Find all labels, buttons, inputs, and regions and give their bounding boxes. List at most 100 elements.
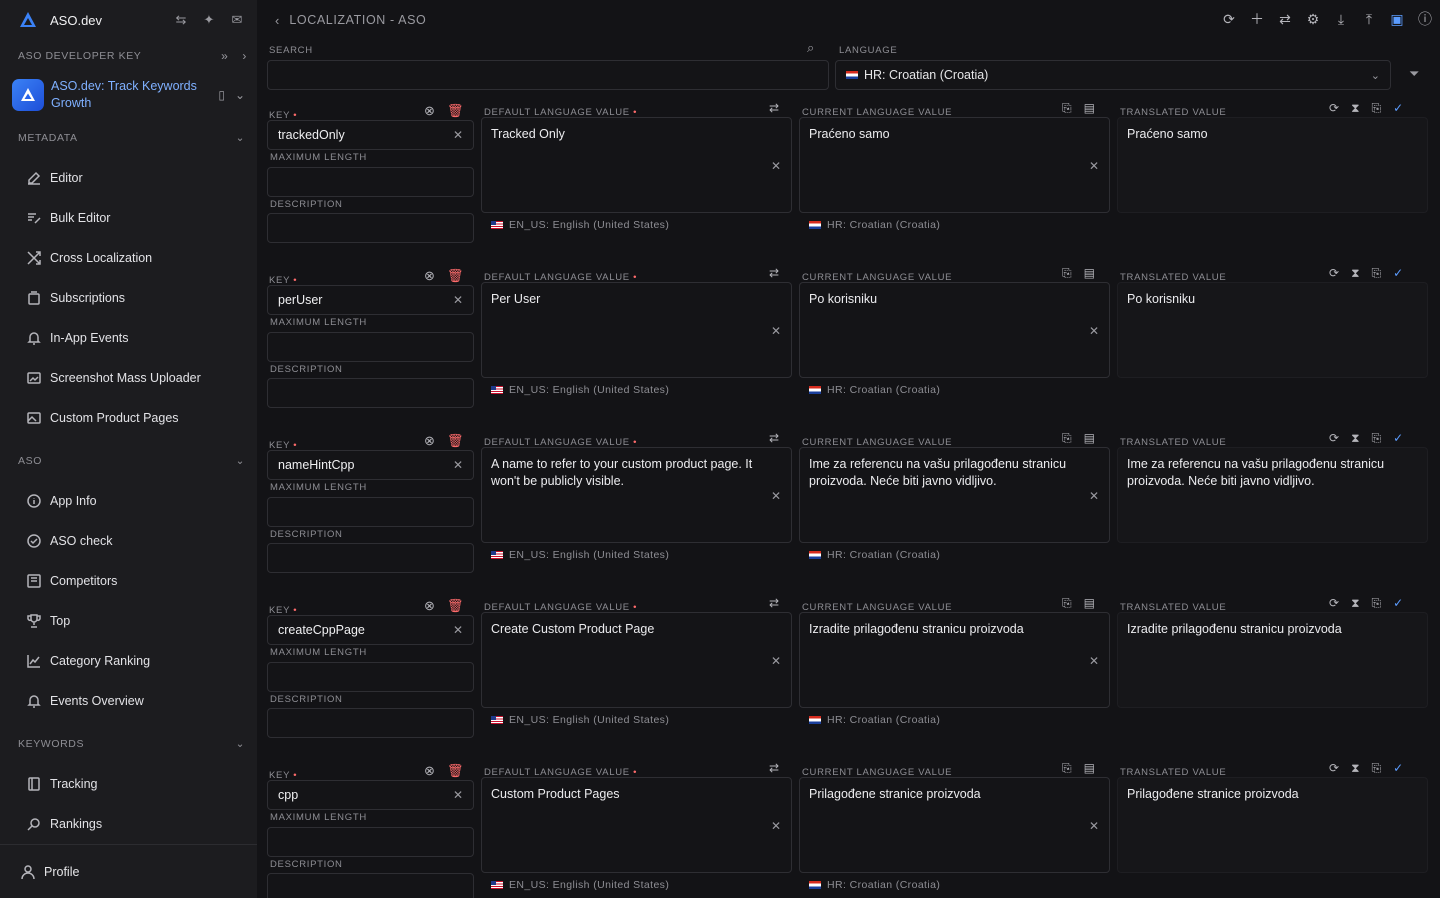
- search-input[interactable]: [267, 60, 829, 90]
- sidebar-item-category-ranking[interactable]: Category Ranking: [0, 641, 257, 681]
- description-input[interactable]: [267, 543, 474, 573]
- paste-icon[interactable]: ▤: [1084, 266, 1095, 281]
- description-input[interactable]: [267, 378, 474, 408]
- description-input[interactable]: [267, 873, 474, 898]
- add-icon[interactable]: ＋: [1248, 10, 1266, 28]
- device-icon[interactable]: ▯: [218, 88, 225, 102]
- search-icon[interactable]: ⌕: [807, 40, 814, 56]
- current-value-field[interactable]: Praćeno samo ✕: [799, 117, 1110, 213]
- key-input[interactable]: perUser ✕: [267, 285, 474, 315]
- section-aso[interactable]: ASO ⌄: [0, 441, 257, 481]
- hourglass-icon[interactable]: ⧗: [1351, 431, 1359, 446]
- description-input[interactable]: [267, 708, 474, 738]
- sidebar-item-events-overview[interactable]: Events Overview: [0, 681, 257, 721]
- sidebar-item-in-app-events[interactable]: In-App Events: [0, 318, 257, 358]
- clipboard-icon[interactable]: ⎘: [1062, 596, 1072, 611]
- clear-icon[interactable]: ✕: [1089, 158, 1099, 175]
- sidebar-item-app-info[interactable]: App Info: [0, 481, 257, 521]
- clear-icon[interactable]: ✕: [1089, 818, 1099, 835]
- hourglass-icon[interactable]: ⧗: [1351, 596, 1359, 611]
- clipboard-icon[interactable]: ⎘: [1372, 101, 1382, 116]
- sidebar-item-screenshot-mass-uploader[interactable]: Screenshot Mass Uploader: [0, 358, 257, 398]
- refresh-icon[interactable]: ⟳: [1329, 431, 1339, 446]
- clipboard-icon[interactable]: ⎘: [1372, 431, 1382, 446]
- chevron-down-icon[interactable]: ⌄: [236, 132, 245, 144]
- app-selector[interactable]: ASO.dev: Track Keywords Growth ▯ ⌄: [4, 72, 253, 118]
- check-circle-icon[interactable]: ✓: [1393, 101, 1403, 116]
- translated-value-field[interactable]: Po korisniku: [1117, 282, 1428, 378]
- clear-icon[interactable]: ✕: [1089, 653, 1099, 670]
- clipboard-icon[interactable]: ⎘: [1372, 266, 1382, 281]
- check-circle-icon[interactable]: ✓: [1393, 761, 1403, 776]
- trash-icon[interactable]: 🗑: [447, 433, 464, 449]
- sidebar-item-editor[interactable]: Editor: [0, 158, 257, 198]
- sidebar-item-subscriptions[interactable]: Subscriptions: [0, 278, 257, 318]
- clear-icon[interactable]: ✕: [453, 128, 463, 142]
- sidebar-item-profile[interactable]: Profile: [0, 844, 257, 898]
- upload-icon[interactable]: ⤒: [1360, 10, 1378, 28]
- default-value-field[interactable]: Per User ✕: [481, 282, 792, 378]
- translate-icon[interactable]: ⇄: [769, 266, 779, 280]
- translated-value-field[interactable]: Ime za referencu na vašu prilagođenu str…: [1117, 447, 1428, 543]
- clipboard-icon[interactable]: ⎘: [1062, 101, 1072, 116]
- translate-icon[interactable]: ⇄: [769, 101, 779, 115]
- clear-circle-icon[interactable]: ⊗: [424, 763, 435, 779]
- clear-icon[interactable]: ✕: [771, 323, 781, 340]
- translate-icon[interactable]: ⇄: [1276, 10, 1294, 28]
- chevron-left-icon[interactable]: ‹: [275, 13, 279, 28]
- chevron-down-icon[interactable]: ⌄: [235, 88, 245, 102]
- current-value-field[interactable]: Izradite prilagođenu stranicu proizvoda …: [799, 612, 1110, 708]
- max-length-input[interactable]: [267, 332, 474, 362]
- sidebar-item-custom-product-pages[interactable]: Custom Product Pages: [0, 398, 257, 438]
- current-value-field[interactable]: Prilagođene stranice proizvoda ✕: [799, 777, 1110, 873]
- clear-icon[interactable]: ✕: [771, 818, 781, 835]
- max-length-input[interactable]: [267, 167, 474, 197]
- translated-value-field[interactable]: Izradite prilagođenu stranicu proizvoda: [1117, 612, 1428, 708]
- key-input[interactable]: cpp ✕: [267, 780, 474, 810]
- translate-icon[interactable]: ⇄: [769, 761, 779, 775]
- refresh-icon[interactable]: ⟳: [1220, 10, 1238, 28]
- trash-icon[interactable]: 🗑: [447, 103, 464, 119]
- section-keywords[interactable]: KEYWORDS ⌄: [0, 724, 257, 764]
- clear-icon[interactable]: ✕: [771, 158, 781, 175]
- clear-icon[interactable]: ✕: [453, 788, 463, 802]
- refresh-icon[interactable]: ⟳: [1329, 266, 1339, 281]
- clear-icon[interactable]: ✕: [771, 653, 781, 670]
- clipboard-icon[interactable]: ⎘: [1372, 761, 1382, 776]
- mail-icon[interactable]: ✉: [229, 12, 245, 28]
- check-circle-icon[interactable]: ✓: [1393, 431, 1403, 446]
- current-value-field[interactable]: Po korisniku ✕: [799, 282, 1110, 378]
- hourglass-icon[interactable]: ⧗: [1351, 761, 1359, 776]
- description-input[interactable]: [267, 213, 474, 243]
- chevron-right-icon[interactable]: ›: [242, 49, 247, 63]
- chevron-down-icon[interactable]: ⌄: [236, 455, 245, 467]
- sidebar-item-competitors[interactable]: Competitors: [0, 561, 257, 601]
- key-input[interactable]: trackedOnly ✕: [267, 120, 474, 150]
- refresh-icon[interactable]: ⟳: [1329, 596, 1339, 611]
- clear-icon[interactable]: ✕: [453, 293, 463, 307]
- translate-icon[interactable]: ⇆: [173, 12, 189, 28]
- current-value-field[interactable]: Ime za referencu na vašu prilagođenu str…: [799, 447, 1110, 543]
- hourglass-icon[interactable]: ⧗: [1351, 266, 1359, 281]
- hourglass-icon[interactable]: ⧗: [1351, 101, 1359, 116]
- default-value-field[interactable]: Custom Product Pages ✕: [481, 777, 792, 873]
- clipboard-icon[interactable]: ⎘: [1372, 596, 1382, 611]
- help-icon[interactable]: ⓘ: [1416, 10, 1434, 28]
- max-length-input[interactable]: [267, 497, 474, 527]
- default-value-field[interactable]: Tracked Only ✕: [481, 117, 792, 213]
- sidebar-item-tracking[interactable]: Tracking: [0, 764, 257, 804]
- clear-circle-icon[interactable]: ⊗: [424, 103, 435, 119]
- pin-icon[interactable]: ✦: [201, 12, 217, 28]
- paste-icon[interactable]: ▤: [1084, 761, 1095, 776]
- trash-icon[interactable]: 🗑: [447, 763, 464, 779]
- translate-icon[interactable]: ⇄: [769, 596, 779, 610]
- sidebar-item-cross-localization[interactable]: Cross Localization: [0, 238, 257, 278]
- sidebar-item-rankings[interactable]: Rankings: [0, 804, 257, 844]
- clear-icon[interactable]: ✕: [453, 458, 463, 472]
- paste-icon[interactable]: ▤: [1084, 596, 1095, 611]
- clear-icon[interactable]: ✕: [1089, 488, 1099, 505]
- clear-circle-icon[interactable]: ⊗: [424, 598, 435, 614]
- default-value-field[interactable]: Create Custom Product Page ✕: [481, 612, 792, 708]
- chevron-down-icon[interactable]: ⌄: [236, 738, 245, 750]
- check-circle-icon[interactable]: ✓: [1393, 266, 1403, 281]
